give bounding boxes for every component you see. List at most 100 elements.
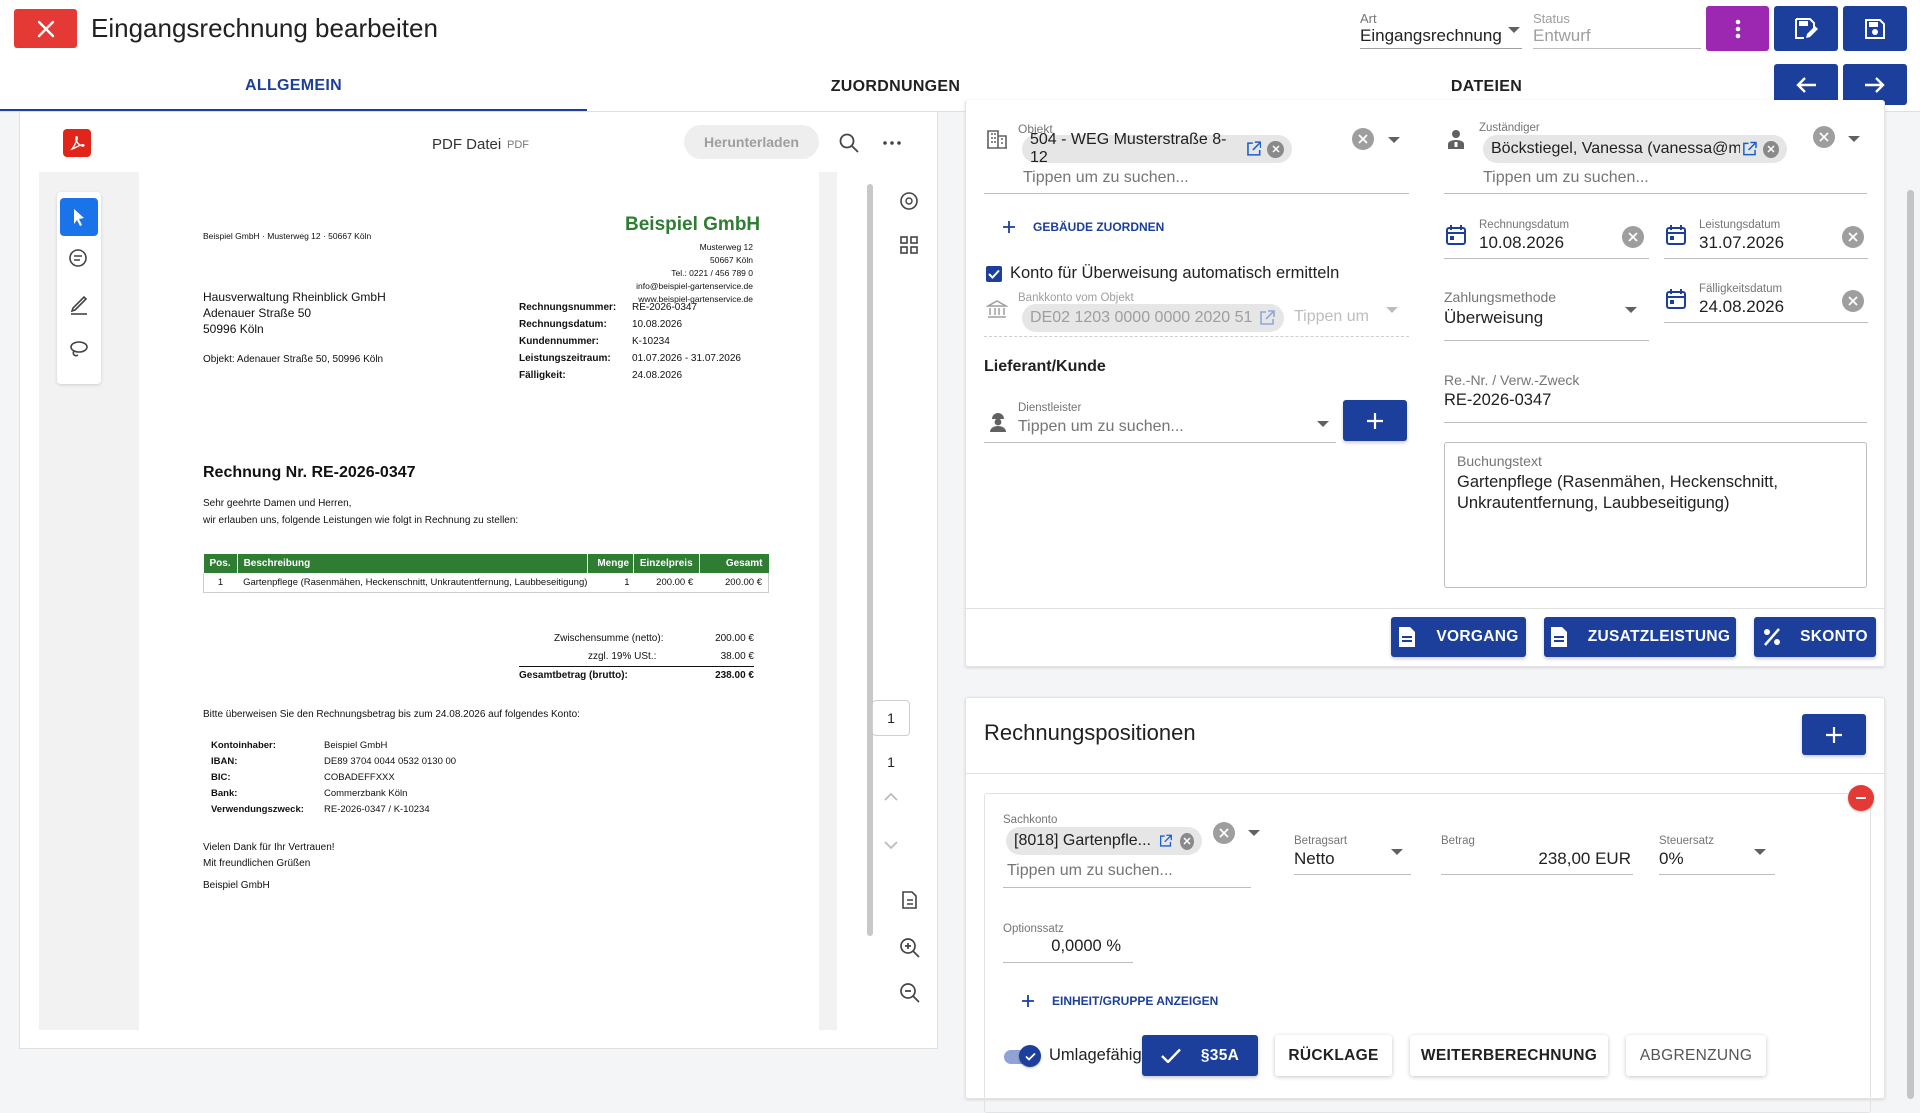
umlage-toggle[interactable] [1004,1045,1041,1067]
more-actions-button[interactable] [1706,6,1769,51]
steuersatz-dropdown-icon[interactable] [1754,849,1766,855]
skonto-button[interactable]: SKONTO [1754,617,1876,657]
buchungstext-textarea[interactable]: Buchungstext Gartenpflege (Rasenmähen, H… [1444,442,1867,588]
more-horiz-icon[interactable] [882,140,902,146]
chip-remove-icon[interactable] [1267,140,1284,158]
document-icon [1399,627,1416,647]
betragsart-dropdown-icon[interactable] [1391,849,1403,855]
tab-allgemein[interactable]: ALLGEMEIN [0,62,587,112]
objekt-dropdown-icon[interactable] [1388,137,1400,143]
zustaendiger-clear-icon[interactable] [1813,126,1835,148]
leistungsdatum-clear-icon[interactable] [1842,226,1864,248]
open-external-icon[interactable] [1246,141,1262,157]
betrag-underline [1441,874,1633,875]
save-button[interactable] [1843,6,1907,51]
calendar-icon[interactable] [1666,224,1686,246]
add-position-button[interactable] [1802,714,1866,755]
select-tool-button[interactable] [60,198,98,236]
chevron-down-icon[interactable] [883,840,899,850]
renr-input[interactable]: RE-2026-0347 [1444,391,1551,410]
objekt-chip[interactable]: 504 - WEG Musterstraße 8-12 [1022,131,1292,166]
zahlungsmethode-dropdown-icon[interactable] [1625,307,1637,313]
rechnungsdatum-label: Rechnungsdatum [1479,219,1570,231]
zustaendiger-chip[interactable]: Böckstiegel, Vanessa (vanessa@m... [1483,135,1787,163]
betrag-input[interactable]: 238,00 EUR [1441,849,1631,869]
calendar-icon[interactable] [1666,288,1686,310]
status-label: Status [1533,11,1570,26]
objekt-clear-icon[interactable] [1352,128,1374,150]
download-button[interactable]: Herunterladen [684,125,819,159]
doc-meta: Rechnungsnummer: RE-2026-0347 Rechnungsda… [519,302,741,381]
dienstleister-search-input[interactable]: Tippen um zu suchen... [1018,418,1184,436]
plus-icon [1022,995,1034,1007]
thumbnails-grid-icon[interactable] [900,236,918,254]
faelligkeitsdatum-clear-icon[interactable] [1842,290,1864,312]
save-edit-button[interactable] [1774,6,1838,51]
status-field[interactable]: Status Entwurf [1533,11,1701,49]
highlight-tool-icon[interactable] [68,294,90,316]
chevron-up-icon[interactable] [883,792,899,802]
comments-icon[interactable] [898,190,920,212]
status-value: Entwurf [1533,26,1591,45]
sachkonto-search-input[interactable]: Tippen um zu suchen... [1007,862,1173,880]
objekt-search-input[interactable]: Tippen um zu suchen... [1023,169,1189,187]
close-button[interactable] [14,9,77,48]
zoom-out-icon[interactable] [899,982,921,1004]
dienstleister-label: Dienstleister [1018,402,1082,414]
open-external-icon[interactable] [1159,833,1172,849]
sachkonto-dropdown-icon[interactable] [1248,830,1260,836]
konto-auto-checkbox[interactable] [986,266,1002,282]
weiterberechnung-button[interactable]: WEITERBERECHNUNG [1410,1035,1608,1076]
dienstleister-dropdown-icon[interactable] [1317,421,1329,427]
leistungsdatum-input[interactable]: 31.07.2026 [1699,233,1784,253]
gebaeude-zuordnen-link[interactable]: GEBÄUDE ZUORDNEN [1003,220,1164,234]
pdf-scrollbar[interactable] [867,172,875,1030]
optionssatz-label: Optionssatz [1003,923,1064,935]
search-icon[interactable] [838,132,860,154]
art-select[interactable]: Art Eingangsrechnung [1360,11,1522,49]
add-dienstleister-button[interactable] [1343,400,1407,441]
close-icon [37,20,54,37]
open-external-icon[interactable] [1742,141,1758,157]
einheit-gruppe-link[interactable]: EINHEIT/GRUPPE ANZEIGEN [1022,994,1218,1008]
rechnungsdatum-input[interactable]: 10.08.2026 [1479,233,1564,253]
lasso-tool-icon[interactable] [68,338,90,360]
rechnungsdatum-clear-icon[interactable] [1622,226,1644,248]
doc-objekt-line: Objekt: Adenauer Straße 50, 50996 Köln [203,354,384,365]
next-button[interactable] [1843,64,1907,105]
zoom-in-icon[interactable] [899,937,921,959]
page-total: 1 [887,754,895,770]
page-scrollbar[interactable] [1907,190,1914,1099]
chip-remove-icon[interactable] [1763,140,1779,158]
chip-remove-icon[interactable] [1180,832,1194,850]
steuersatz-select[interactable]: 0% [1659,849,1684,869]
faelligkeitsdatum-input[interactable]: 24.08.2026 [1699,297,1784,317]
vorgang-button[interactable]: VORGANG [1391,617,1526,657]
art-value: Eingangsrechnung [1360,26,1502,45]
sachkonto-clear-icon[interactable] [1213,822,1235,844]
35a-toggle-button[interactable]: §35A [1142,1035,1258,1076]
ruecklage-button[interactable]: RÜCKLAGE [1275,1035,1392,1076]
zustaendiger-dropdown-icon[interactable] [1848,136,1860,142]
pdf-page: Beispiel GmbH · Musterweg 12 · 50667 Köl… [139,172,819,1030]
zustaendiger-search-input[interactable]: Tippen um zu suchen... [1483,169,1649,187]
invoice-form-card: Objekt 504 - WEG Musterstraße 8-12 Tippe… [965,100,1885,667]
remove-position-button[interactable] [1848,785,1874,811]
betragsart-label: Betragsart [1294,835,1348,847]
zahlungsmethode-select[interactable]: Überweisung [1444,308,1543,328]
doc-bank-details: Kontoinhaber: Beispiel GmbH IBAN: DE89 370… [211,740,457,815]
abgrenzung-button[interactable]: ABGRENZUNG [1626,1035,1766,1076]
calendar-icon[interactable] [1446,224,1466,246]
optionssatz-input[interactable]: 0,0000 % [1003,937,1121,956]
betragsart-select[interactable]: Netto [1294,849,1335,869]
building-icon [987,130,1007,149]
comment-tool-icon[interactable] [68,248,90,270]
page-settings-icon[interactable] [900,890,920,912]
save-edit-icon [1795,17,1818,39]
bankkonto-dropdown-icon [1386,307,1398,313]
renr-underline [1444,422,1867,423]
zusatzleistung-button[interactable]: ZUSATZLEISTUNG [1544,617,1736,657]
sachkonto-chip[interactable]: [8018] Gartenpfle... [1006,827,1202,855]
previous-button[interactable] [1774,64,1838,105]
page-number-input[interactable]: 1 [872,700,910,736]
